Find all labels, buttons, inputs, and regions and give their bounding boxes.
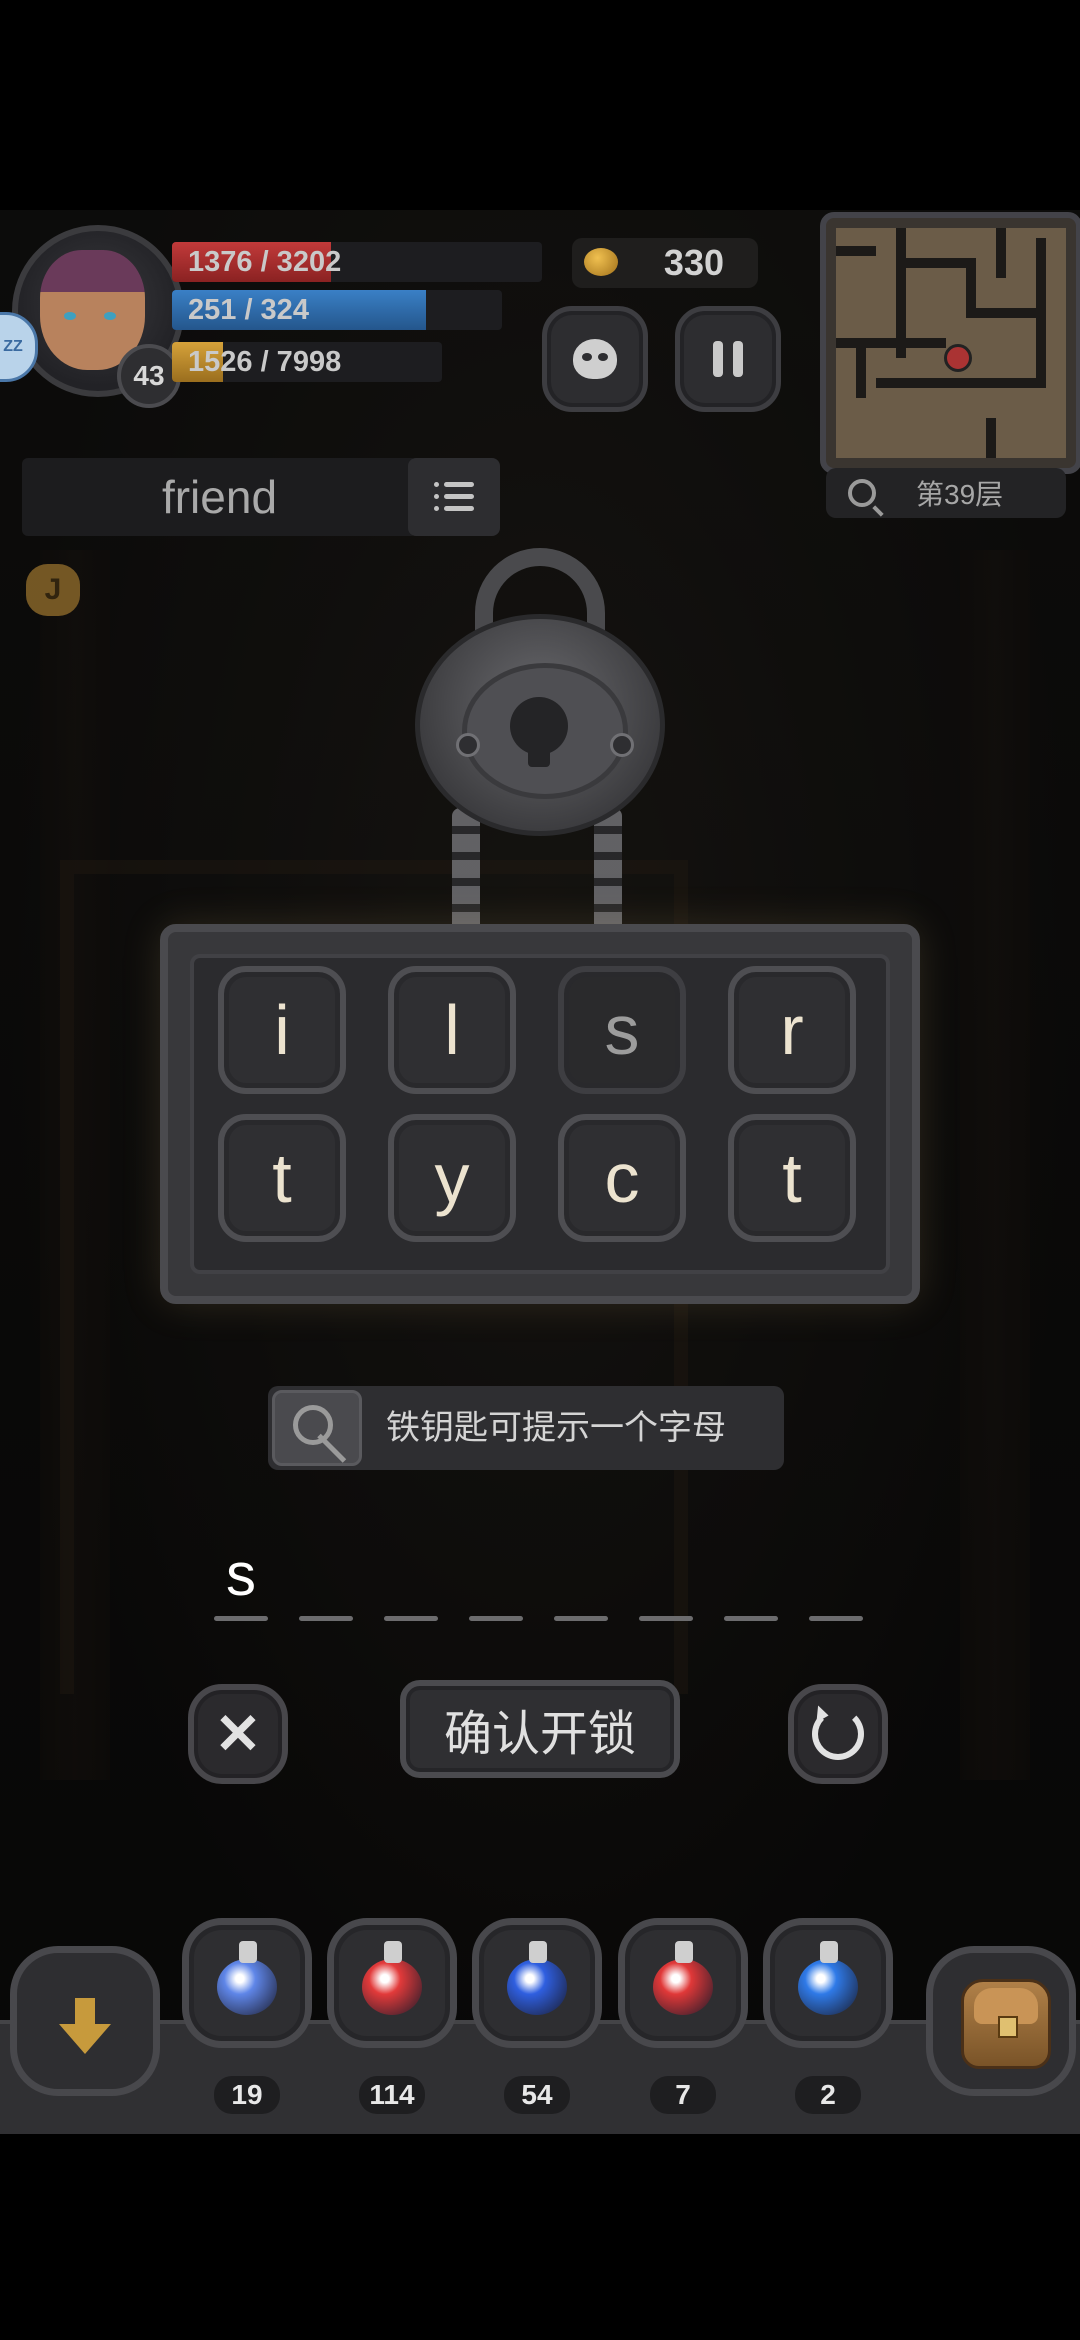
letter-tile[interactable]: t [218, 1114, 346, 1242]
descend-button[interactable] [10, 1946, 160, 2096]
down-arrow-icon [59, 1998, 111, 2054]
potion-slot[interactable] [472, 1918, 602, 2048]
key-icon[interactable] [272, 1390, 362, 1466]
minimap-floor [836, 228, 1066, 458]
pause-button[interactable] [675, 306, 781, 412]
blue-jar-icon [507, 1959, 567, 2015]
letter-tile[interactable]: r [728, 966, 856, 1094]
xp-bar: 1526 / 7998 [172, 342, 442, 382]
potion-cork [384, 1941, 402, 1963]
potion-cork [239, 1941, 257, 1963]
potion-slot[interactable] [327, 1918, 457, 2048]
letter-tile[interactable]: l [388, 966, 516, 1094]
potion-slot[interactable] [618, 1918, 748, 2048]
potion-count: 19 [214, 2076, 280, 2114]
potion-count: 114 [359, 2076, 425, 2114]
backpack-icon [961, 1979, 1051, 2069]
red-jar-icon [362, 1959, 422, 2015]
monster-face-icon [573, 339, 617, 379]
red-round-flask-icon [653, 1959, 713, 2015]
hp-bar: 1376 / 3202 [172, 242, 542, 282]
xp-text: 1526 / 7998 [188, 346, 342, 378]
answer-slot [469, 1616, 523, 1621]
word-text: friend [161, 471, 278, 523]
potion-count: 2 [795, 2076, 861, 2114]
clear-button[interactable]: ✕ [188, 1684, 288, 1784]
mp-text: 251 / 324 [188, 294, 309, 326]
padlock-icon [415, 548, 665, 838]
answer-slot [384, 1616, 438, 1621]
potion-cork [675, 1941, 693, 1963]
potion-slot[interactable] [763, 1918, 893, 2048]
hint-text: 铁钥匙可提示一个字母 [386, 1409, 726, 1447]
letter-tile[interactable]: y [388, 1114, 516, 1242]
player-marker-icon [944, 344, 972, 372]
coin-counter: 330 [572, 238, 758, 288]
letter-tile[interactable]: c [558, 1114, 686, 1242]
letter-tile[interactable]: i [218, 966, 346, 1094]
answer-slot [214, 1616, 268, 1621]
word-list-button[interactable] [408, 458, 500, 536]
coin-count: 330 [663, 242, 724, 283]
floor-number: 第39层 [916, 479, 1004, 510]
monster-info-button[interactable] [542, 306, 648, 412]
backpack-button[interactable] [926, 1946, 1076, 2096]
confirm-unlock-button[interactable]: 确认开锁 [400, 1680, 680, 1778]
potion-cork [820, 1941, 838, 1963]
answer-slot [554, 1616, 608, 1621]
blue-round-flask-icon [798, 1959, 858, 2015]
answer-slot [724, 1616, 778, 1621]
close-icon: ✕ [214, 1702, 262, 1765]
answer-letter: s [226, 1541, 256, 1608]
answer-slot [809, 1616, 863, 1621]
hint-bar[interactable]: 铁钥匙可提示一个字母 [268, 1386, 784, 1470]
answer-slot [639, 1616, 693, 1621]
hp-text: 1376 / 3202 [188, 246, 342, 278]
rune-item[interactable]: J [26, 564, 80, 616]
potion-cork [529, 1941, 547, 1963]
potion-count: 7 [650, 2076, 716, 2114]
search-icon [848, 479, 876, 507]
avatar-eye [104, 312, 116, 320]
word-box: friend [22, 458, 417, 536]
minimap[interactable] [820, 212, 1080, 474]
potion-slot[interactable] [182, 1918, 312, 2048]
pause-icon [713, 341, 743, 377]
refresh-icon [812, 1708, 864, 1760]
potion-count: 54 [504, 2076, 570, 2114]
reset-button[interactable] [788, 1684, 888, 1784]
coin-icon [584, 248, 618, 276]
mp-bar: 251 / 324 [172, 290, 502, 330]
letter-tile[interactable]: s [558, 966, 686, 1094]
blue-flask-icon [217, 1959, 277, 2015]
list-icon [434, 482, 474, 512]
floor-indicator[interactable]: 第39层 [826, 468, 1066, 518]
avatar-eye [64, 312, 76, 320]
answer-slot [299, 1616, 353, 1621]
letter-tile[interactable]: t [728, 1114, 856, 1242]
